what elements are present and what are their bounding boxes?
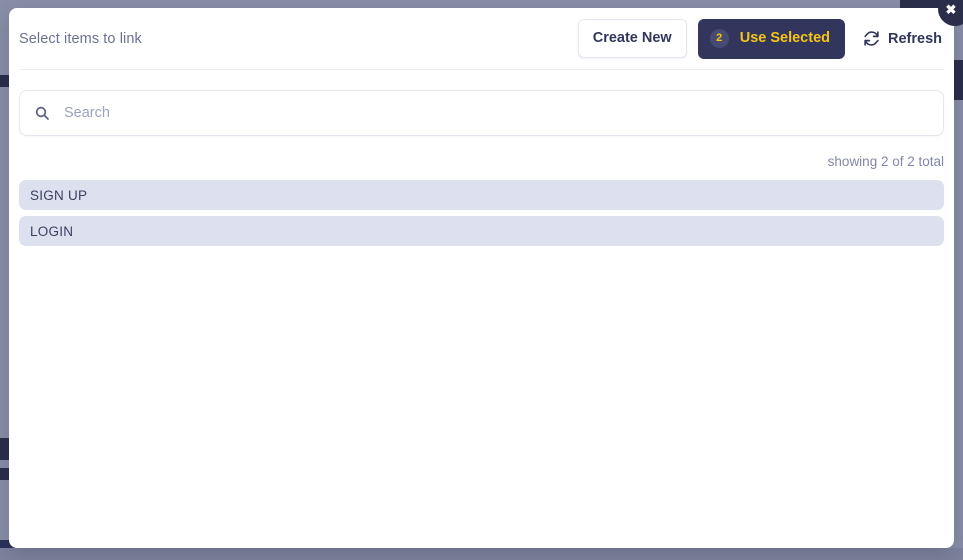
dialog-header: Select items to link Create New 2 Use Se…: [9, 8, 954, 69]
refresh-icon: [863, 30, 880, 47]
header-divider: [19, 69, 944, 70]
refresh-button[interactable]: Refresh: [861, 24, 944, 53]
backdrop-dark-strip-left-mid: [0, 438, 9, 460]
list-item-label: SIGN UP: [30, 187, 88, 203]
use-selected-button[interactable]: 2 Use Selected: [697, 18, 845, 59]
search-bar[interactable]: [19, 90, 944, 136]
backdrop-dark-strip-left-upper: [0, 75, 9, 87]
result-count-label: showing 2 of 2 total: [827, 154, 944, 169]
create-new-button[interactable]: Create New: [577, 19, 687, 58]
search-icon: [34, 105, 50, 121]
backdrop-dark-strip-left-lower: [0, 468, 9, 480]
selected-count-badge: 2: [709, 28, 729, 48]
list-item-label: LOGIN: [30, 223, 74, 239]
link-items-dialog: Select items to link Create New 2 Use Se…: [9, 8, 954, 548]
page-title: Select items to link: [19, 30, 142, 47]
dialog-action-bar: Create New 2 Use Selected Refresh: [577, 18, 944, 59]
search-input[interactable]: [64, 105, 929, 121]
list-item[interactable]: LOGIN: [19, 216, 944, 246]
refresh-label: Refresh: [888, 30, 942, 47]
close-icon: ✖: [945, 1, 957, 17]
backdrop-bottom-bar: [0, 548, 963, 560]
linkable-items-list: SIGN UP LOGIN: [19, 180, 944, 246]
use-selected-label: Use Selected: [739, 30, 830, 46]
list-item[interactable]: SIGN UP: [19, 180, 944, 210]
